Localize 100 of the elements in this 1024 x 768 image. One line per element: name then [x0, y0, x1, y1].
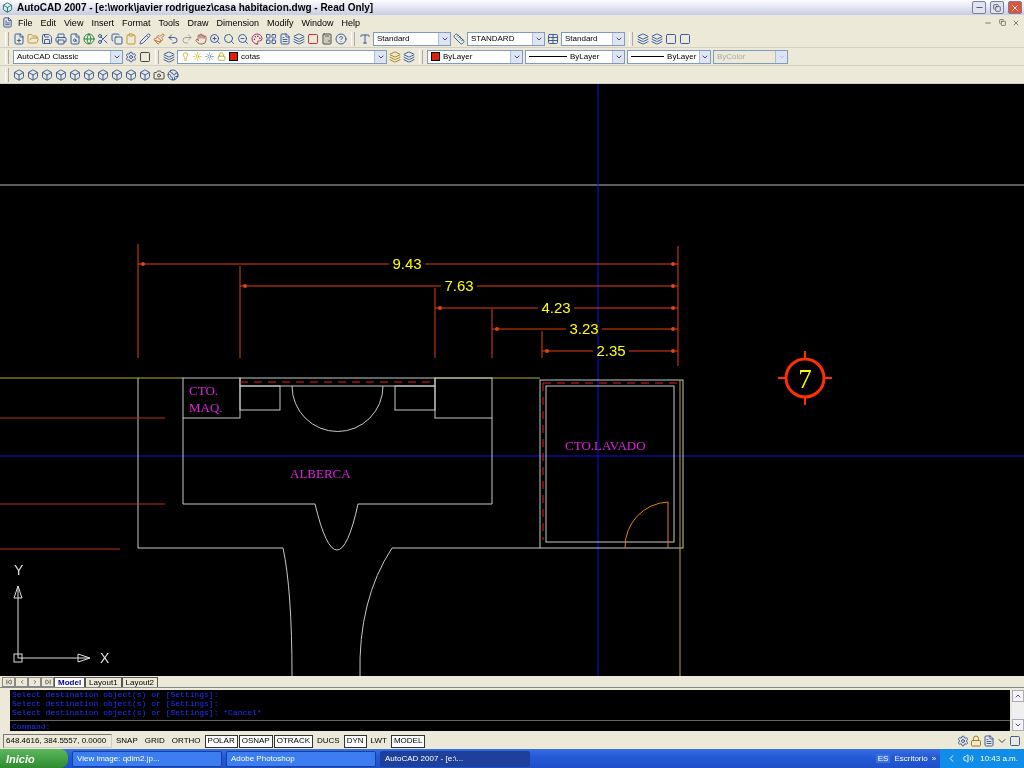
zoom-in-icon[interactable] [209, 32, 221, 45]
box-icon[interactable] [83, 68, 95, 81]
command-history-line: Select destination object(s) or [Settings]: [12, 699, 220, 708]
calculator-icon[interactable] [321, 32, 333, 45]
status-toggle[interactable]: MODEL [390, 734, 426, 748]
dimension-text: 4.23 [541, 299, 571, 316]
box-icon[interactable] [27, 68, 39, 81]
save-icon[interactable] [41, 32, 53, 45]
status-toggle[interactable]: OSNAP [238, 734, 273, 748]
layers-icon[interactable] [403, 50, 415, 63]
clipboard-icon[interactable] [125, 32, 137, 45]
lineweight-dropdown[interactable]: ByLayer [627, 49, 711, 64]
status-toggle[interactable]: OTRACK [273, 734, 314, 748]
menu-item[interactable]: View [61, 17, 87, 28]
table-style-dropdown[interactable]: Standard [561, 31, 625, 46]
document-icon[interactable] [279, 32, 291, 45]
status-toggle[interactable]: POLAR [204, 734, 238, 748]
color-swatch-icon [431, 52, 440, 61]
globe-icon[interactable] [83, 32, 95, 45]
document-icon[interactable] [983, 735, 995, 747]
speaker-icon[interactable] [963, 753, 975, 764]
taskbar-button[interactable]: Adobe Photoshop [226, 750, 376, 767]
zoom-icon[interactable] [223, 32, 235, 45]
box-icon[interactable] [111, 68, 123, 81]
dimension-text: 3.23 [569, 320, 599, 337]
toolbar-chevron[interactable]: » [931, 754, 937, 763]
block-icon[interactable] [307, 32, 319, 45]
color-dropdown[interactable]: ByLayer [427, 49, 523, 64]
room-label: CTO. [189, 383, 218, 398]
help-icon[interactable] [335, 32, 347, 45]
window-icon[interactable] [665, 32, 677, 45]
zoom-out-icon[interactable] [237, 32, 249, 45]
menu-item[interactable]: Window [298, 17, 337, 28]
layer-dropdown[interactable]: cotas [177, 49, 387, 64]
status-toggle[interactable]: DYN [343, 734, 367, 748]
command-history-line: Select destination object(s) or [Settings]: [12, 690, 220, 699]
language-indicator[interactable]: ES [875, 754, 891, 763]
window-icon[interactable] [679, 32, 691, 45]
box-icon[interactable] [13, 68, 25, 81]
camera-icon[interactable] [153, 68, 165, 81]
menu-item[interactable]: Help [338, 17, 364, 28]
window-title: AutoCAD 2007 - [e:\work\javier rodriguez\casa habitacion.dwg - Read Only] [17, 2, 375, 13]
box-icon[interactable] [55, 68, 67, 81]
app-icon [2, 2, 13, 13]
room-label: CTO.LAVADO [565, 438, 646, 453]
box-icon[interactable] [139, 68, 151, 81]
gear-icon[interactable] [957, 735, 969, 747]
menu-item[interactable]: File [15, 17, 36, 28]
text-style-icon[interactable] [359, 32, 371, 45]
sun-icon[interactable] [205, 52, 214, 61]
layers-icon[interactable] [293, 32, 305, 45]
undo-icon[interactable] [167, 32, 179, 45]
palette-icon[interactable] [251, 32, 263, 45]
menu-item[interactable]: Draw [184, 17, 212, 28]
coordinates-readout: 648.4616, 384.5557, 0.0000 [3, 734, 112, 748]
menu-item[interactable]: Format [118, 17, 154, 28]
square-icon[interactable] [139, 50, 151, 63]
layers-icon[interactable] [651, 32, 663, 45]
box-icon[interactable] [97, 68, 109, 81]
gear-icon[interactable] [125, 50, 137, 63]
taskbar-button[interactable]: AutoCAD 2007 - [e:\... [380, 750, 530, 767]
copy-icon[interactable] [111, 32, 123, 45]
clock: 10:43 a.m. [980, 754, 1018, 763]
new-file-icon[interactable] [13, 32, 25, 45]
workspace-dropdown[interactable]: AutoCAD Classic [13, 49, 123, 64]
dimension-style-dropdown[interactable]: STANDARD [467, 31, 545, 46]
menu-item[interactable]: Tools [155, 17, 183, 28]
dimension-style-icon[interactable] [453, 32, 465, 45]
maximize-icon[interactable] [1009, 735, 1021, 747]
dimension-text: 7.63 [444, 277, 474, 294]
dimension-text: 2.35 [596, 342, 626, 359]
desktop-toolbar-label[interactable]: Escritorio [894, 754, 928, 763]
text-style-dropdown[interactable]: Standard [373, 31, 451, 46]
orbit-icon[interactable] [167, 68, 179, 81]
box-icon[interactable] [41, 68, 53, 81]
taskbar-button[interactable]: View image: qdim2.jp... [72, 750, 222, 767]
paintbrush-icon[interactable] [153, 32, 165, 45]
axis-label: X [100, 650, 110, 666]
axis-label: Y [14, 562, 24, 578]
table-style-icon[interactable] [547, 32, 559, 45]
hand-icon[interactable] [195, 32, 207, 45]
document-icon[interactable] [2, 17, 13, 28]
ucs-axes-icon [13, 585, 91, 663]
menu-item[interactable]: Modify [264, 17, 297, 28]
linetype-dropdown[interactable]: ByLayer [525, 49, 625, 64]
layers-icon[interactable] [163, 50, 175, 63]
preview-icon[interactable] [69, 32, 81, 45]
layers-icon[interactable] [637, 32, 649, 45]
grid-icon[interactable] [265, 32, 277, 45]
menu-item[interactable]: Edit [37, 17, 60, 28]
pencil-icon[interactable] [139, 32, 151, 45]
lock-icon[interactable] [970, 735, 982, 747]
printer-icon[interactable] [55, 32, 67, 45]
box-icon[interactable] [69, 68, 81, 81]
grid-bubble-number: 7 [798, 364, 812, 394]
menu-item[interactable]: Insert [88, 17, 117, 28]
menu-item[interactable]: Dimension [213, 17, 262, 28]
grid-bubble [777, 350, 833, 406]
box-icon[interactable] [125, 68, 137, 81]
scissors-icon[interactable] [97, 32, 109, 45]
